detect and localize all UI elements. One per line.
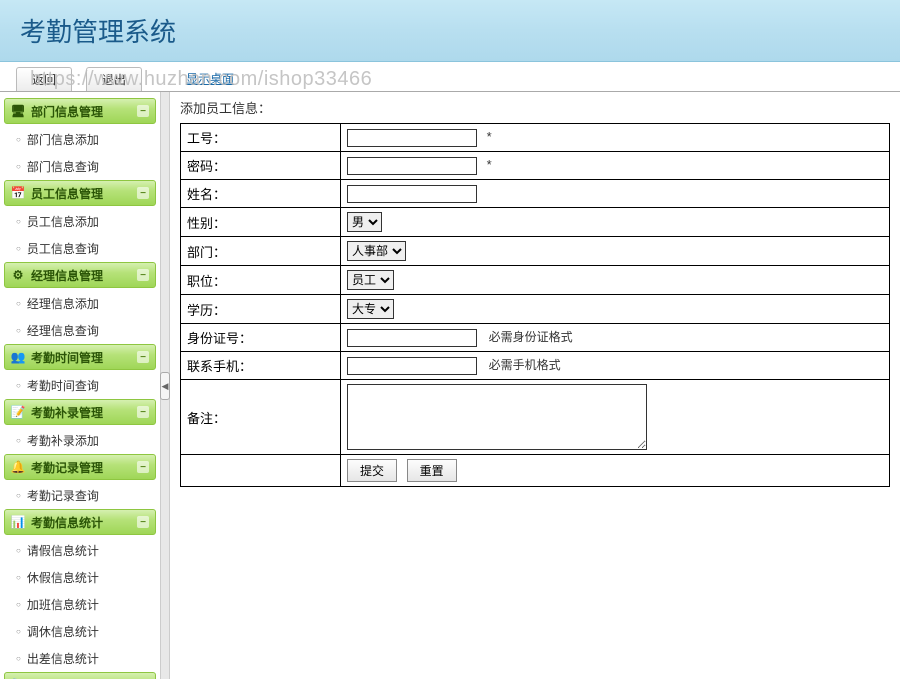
nav-header-0[interactable]: 🖥 部门信息管理 − [4, 98, 156, 124]
nav-header-label: 考勤记录管理 [31, 459, 103, 476]
section-title: 添加员工信息： [180, 98, 890, 117]
phone-input[interactable] [347, 357, 477, 375]
nav-item-6-2[interactable]: 加班信息统计 [4, 591, 156, 618]
label-name: 姓名： [181, 180, 341, 208]
nav-header-label: 员工信息管理 [31, 185, 103, 202]
label-emp-no: 工号： [181, 124, 341, 152]
nav-header-label: 考勤信息统计 [31, 514, 103, 531]
minus-icon: − [137, 516, 149, 528]
nav-item-6-4[interactable]: 出差信息统计 [4, 645, 156, 672]
phone-hint: 必需手机格式 [489, 358, 561, 372]
nav-section-icon: 📝 [11, 405, 25, 419]
nav-header-label: 经理信息管理 [31, 267, 103, 284]
nav-section-icon: 👥 [11, 350, 25, 364]
nav-header-5[interactable]: 🔔 考勤记录管理 − [4, 454, 156, 480]
app-header: 考勤管理系统 [0, 0, 900, 62]
minus-icon: − [137, 187, 149, 199]
exit-button[interactable]: 退出 [86, 67, 142, 91]
label-phone: 联系手机： [181, 352, 341, 380]
nav-item-6-1[interactable]: 休假信息统计 [4, 564, 156, 591]
nav-item-6-3[interactable]: 调休信息统计 [4, 618, 156, 645]
toolbar: 返回 退出 显示桌面 [0, 62, 900, 92]
required-mark: * [487, 129, 492, 144]
nav-item-2-1[interactable]: 经理信息查询 [4, 317, 156, 344]
nav-section-icon: 📅 [11, 186, 25, 200]
nav-header-2[interactable]: ⚙ 经理信息管理 − [4, 262, 156, 288]
nav-header-1[interactable]: 📅 员工信息管理 − [4, 180, 156, 206]
id-card-input[interactable] [347, 329, 477, 347]
name-input[interactable] [347, 185, 477, 203]
sidebar: 🖥 部门信息管理 − 部门信息添加部门信息查询 📅 员工信息管理 − 员工信息添加员工信息查询… [0, 92, 160, 679]
show-desktop-link[interactable]: 显示桌面 [186, 70, 234, 87]
collapse-handle-icon[interactable]: ◀ [160, 372, 170, 400]
label-id-card: 身份证号： [181, 324, 341, 352]
label-password: 密码： [181, 152, 341, 180]
minus-icon: − [137, 351, 149, 363]
sidebar-splitter[interactable]: ◀ [160, 92, 170, 679]
id-card-hint: 必需身份证格式 [489, 330, 573, 344]
education-select[interactable]: 大专 [347, 299, 394, 319]
app-title: 考勤管理系统 [20, 12, 176, 49]
nav-item-1-1[interactable]: 员工信息查询 [4, 235, 156, 262]
empty-cell [181, 455, 341, 487]
submit-button[interactable]: 提交 [347, 459, 397, 482]
employee-form: 工号： * 密码： * 姓名： 性别： 男 [180, 123, 890, 487]
main-content: 添加员工信息： 工号： * 密码： * 姓名： 性别： [170, 92, 900, 679]
nav-header-label: 部门信息管理 [31, 103, 103, 120]
reset-button[interactable]: 重置 [407, 459, 457, 482]
nav-section-icon: 📊 [11, 515, 25, 529]
nav-item-5-0[interactable]: 考勤记录查询 [4, 482, 156, 509]
position-select[interactable]: 员工 [347, 270, 394, 290]
nav-header-label: 考勤补录管理 [31, 404, 103, 421]
nav-item-3-0[interactable]: 考勤时间查询 [4, 372, 156, 399]
label-position: 职位： [181, 266, 341, 295]
nav-item-0-1[interactable]: 部门信息查询 [4, 153, 156, 180]
nav-section-icon: 🖥 [11, 104, 25, 118]
nav-item-6-0[interactable]: 请假信息统计 [4, 537, 156, 564]
remark-textarea[interactable] [347, 384, 647, 450]
nav-header-7[interactable]: 🔧系统管理− [4, 672, 156, 679]
emp-no-input[interactable] [347, 129, 477, 147]
label-gender: 性别： [181, 208, 341, 237]
label-department: 部门： [181, 237, 341, 266]
label-remark: 备注： [181, 380, 341, 455]
nav-header-label: 考勤时间管理 [31, 349, 103, 366]
minus-icon: − [137, 105, 149, 117]
nav-item-4-0[interactable]: 考勤补录添加 [4, 427, 156, 454]
nav-header-6[interactable]: 📊 考勤信息统计 − [4, 509, 156, 535]
label-education: 学历： [181, 295, 341, 324]
nav-section-icon: 🔔 [11, 460, 25, 474]
nav-item-2-0[interactable]: 经理信息添加 [4, 290, 156, 317]
nav-item-1-0[interactable]: 员工信息添加 [4, 208, 156, 235]
gender-select[interactable]: 男 [347, 212, 382, 232]
department-select[interactable]: 人事部 [347, 241, 406, 261]
password-input[interactable] [347, 157, 477, 175]
nav-section-icon: ⚙ [11, 268, 25, 282]
nav-header-4[interactable]: 📝 考勤补录管理 − [4, 399, 156, 425]
minus-icon: − [137, 406, 149, 418]
required-mark: * [487, 157, 492, 172]
minus-icon: − [137, 269, 149, 281]
nav-item-0-0[interactable]: 部门信息添加 [4, 126, 156, 153]
minus-icon: − [137, 461, 149, 473]
nav-header-3[interactable]: 👥 考勤时间管理 − [4, 344, 156, 370]
back-button[interactable]: 返回 [16, 67, 72, 91]
